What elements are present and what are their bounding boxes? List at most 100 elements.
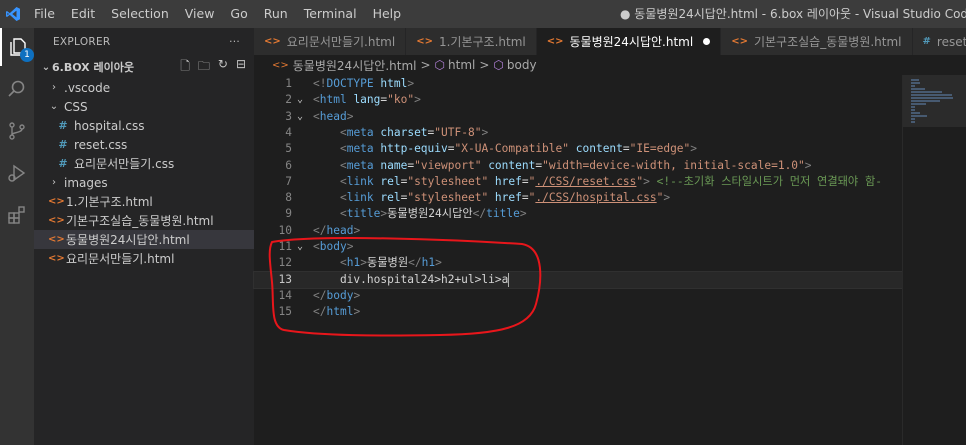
element-icon: ⬡	[434, 58, 446, 72]
editor-tab[interactable]: <> 요리문서만들기.html	[254, 28, 407, 55]
run-debug-icon[interactable]	[0, 154, 34, 192]
code-text: <meta http-equiv="X-UA-Compatible" conte…	[313, 141, 697, 157]
code-token: html	[319, 93, 347, 107]
html-file-icon: <>	[48, 234, 65, 245]
menu-item-view[interactable]: View	[177, 0, 223, 28]
editor-tabs: <> 요리문서만들기.html <> 1.기본구조.html <> 동물병원24시답안.h…	[254, 28, 966, 55]
code-line[interactable]: 4 <meta charset="UTF-8">	[254, 125, 902, 141]
code-line[interactable]: 5 <meta http-equiv="X-UA-Compatible" con…	[254, 141, 902, 157]
breadcrumb-file[interactable]: 동물병원24시답안.html	[293, 57, 417, 74]
tab-label: reset	[936, 34, 966, 49]
source-control-icon[interactable]	[0, 112, 34, 150]
code-token: "X-UA-Compatible"	[454, 142, 570, 156]
tree-file[interactable]: # reset.css	[34, 135, 254, 154]
html-file-icon: <>	[416, 36, 433, 47]
editor-tab[interactable]: <> 기본구조실습_동물병원.html	[721, 28, 913, 55]
code-line[interactable]: 7 <link rel="stylesheet" href="./CSS/res…	[254, 174, 902, 190]
code-line[interactable]: 11 ⌄ <body>	[254, 239, 902, 255]
editor-tab[interactable]: <> 동물병원24시답안.html	[536, 28, 722, 55]
editor-tab[interactable]: # reset	[912, 28, 966, 55]
code-editor[interactable]: 1 <!DOCTYPE html> 2 ⌄ <html lang="ko"> 3 ⌄ <hea…	[253, 75, 903, 445]
element-icon: ⬡	[493, 58, 504, 72]
code-token: <!--초기화 스타일시트가 먼저 연결돼야 함-	[656, 174, 882, 188]
code-line[interactable]: 12 <h1>동물병원</h1>	[254, 255, 902, 271]
tree-file[interactable]: <> 기본구조실습_동물병원.html	[34, 211, 254, 230]
tree-label: images	[64, 175, 108, 190]
breadcrumb-separator: >	[479, 58, 490, 72]
menu-item-file[interactable]: File	[26, 0, 63, 28]
workspace-folder[interactable]: ⌄ 6.BOX 레이아웃 🗋 🗀 ↻ ⊟	[34, 56, 254, 78]
code-line[interactable]: 15 </html>	[254, 304, 902, 320]
code-token: <	[313, 240, 320, 253]
tree-folder[interactable]: › .vscode	[34, 78, 254, 97]
minimap-line	[911, 79, 920, 81]
code-token: </	[472, 207, 487, 221]
search-icon[interactable]	[0, 70, 34, 108]
text-cursor	[508, 272, 510, 287]
extensions-icon[interactable]	[0, 196, 34, 234]
fold-chevron-icon[interactable]: ⌄	[297, 239, 303, 255]
breadcrumb-body[interactable]: body	[507, 58, 537, 72]
refresh-icon[interactable]: ↻	[218, 57, 228, 78]
activity-bar: 1	[0, 28, 34, 445]
tab-label: 1.기본구조.html	[438, 35, 526, 49]
code-text: </html>	[313, 304, 360, 320]
code-text: <head>	[313, 109, 353, 125]
code-token: >	[346, 109, 354, 123]
minimap[interactable]	[902, 75, 966, 445]
title-bar: File Edit Selection View Go Run Terminal Help ●…	[0, 0, 966, 28]
tree-file[interactable]: <> 동물병원24시답안.html	[34, 230, 254, 249]
code-line[interactable]: 10 </head>	[254, 223, 902, 239]
line-number: 9	[285, 207, 292, 221]
minimap-line	[911, 91, 943, 93]
tree-label: 요리문서만들기.html	[66, 252, 175, 266]
menu-item-help[interactable]: Help	[365, 0, 410, 28]
tree-file[interactable]: # 요리문서만들기.css	[34, 154, 254, 173]
code-text: <html lang="ko">	[313, 92, 421, 108]
code-line[interactable]: 6 <meta name="viewport" content="width=d…	[254, 158, 902, 174]
code-line[interactable]: 9 <title>동물병원24시답안</title>	[254, 206, 902, 222]
new-folder-icon[interactable]: 🗀	[198, 57, 210, 78]
code-line[interactable]: 13 div.hospital24>h2+ul>li>a	[253, 270, 903, 289]
menu-item-terminal[interactable]: Terminal	[296, 0, 365, 28]
code-token: =	[622, 142, 630, 156]
code-line[interactable]: 1 <!DOCTYPE html>	[254, 76, 902, 92]
code-line[interactable]: 3 ⌄ <head>	[254, 109, 902, 125]
explorer-icon[interactable]: 1	[0, 28, 34, 66]
tree-file[interactable]: # hospital.css	[34, 116, 254, 135]
explorer-badge: 1	[20, 48, 34, 62]
unsaved-dot-icon[interactable]	[703, 38, 711, 45]
code-token: </	[313, 223, 327, 237]
code-token: ./CSS/reset.css	[535, 174, 637, 188]
breadcrumb-separator: >	[420, 58, 431, 72]
tree-folder[interactable]: ⌄ CSS	[34, 97, 254, 116]
tree-file[interactable]: <> 1.기본구조.html	[34, 192, 254, 211]
collapse-all-icon[interactable]: ⊟	[236, 57, 246, 78]
menu-item-selection[interactable]: Selection	[103, 0, 177, 28]
new-file-icon[interactable]: 🗋	[180, 57, 190, 78]
code-text: <meta name="viewport" content="width=dev…	[313, 158, 812, 174]
tree-folder[interactable]: › images	[34, 173, 254, 192]
fold-chevron-icon[interactable]: ⌄	[297, 92, 303, 108]
code-token: html	[373, 77, 408, 90]
code-line[interactable]: 2 ⌄ <html lang="ko">	[254, 92, 902, 108]
editor-tab[interactable]: <> 1.기본구조.html	[406, 28, 537, 55]
tree-label: .vscode	[64, 80, 111, 95]
code-token: div.hospital24>h2+ul>li>a	[313, 272, 509, 286]
breadcrumb-html[interactable]: html	[448, 58, 475, 72]
menu-item-edit[interactable]: Edit	[63, 0, 103, 28]
more-actions-icon[interactable]: ···	[229, 36, 240, 48]
line-number: 11	[278, 240, 292, 253]
code-token: title	[346, 207, 381, 221]
code-token: DOCTYPE	[326, 77, 374, 90]
fold-chevron-icon[interactable]: ⌄	[297, 109, 303, 125]
code-line[interactable]: 14 </body>	[254, 288, 902, 304]
tree-file[interactable]: <> 요리문서만들기.html	[34, 249, 254, 268]
menu-item-run[interactable]: Run	[256, 0, 296, 28]
code-line[interactable]: 8 <link rel="stylesheet" href="./CSS/hos…	[254, 190, 902, 206]
tree-label: CSS	[64, 99, 88, 114]
minimap-line	[911, 115, 927, 117]
menu-item-go[interactable]: Go	[222, 0, 255, 28]
